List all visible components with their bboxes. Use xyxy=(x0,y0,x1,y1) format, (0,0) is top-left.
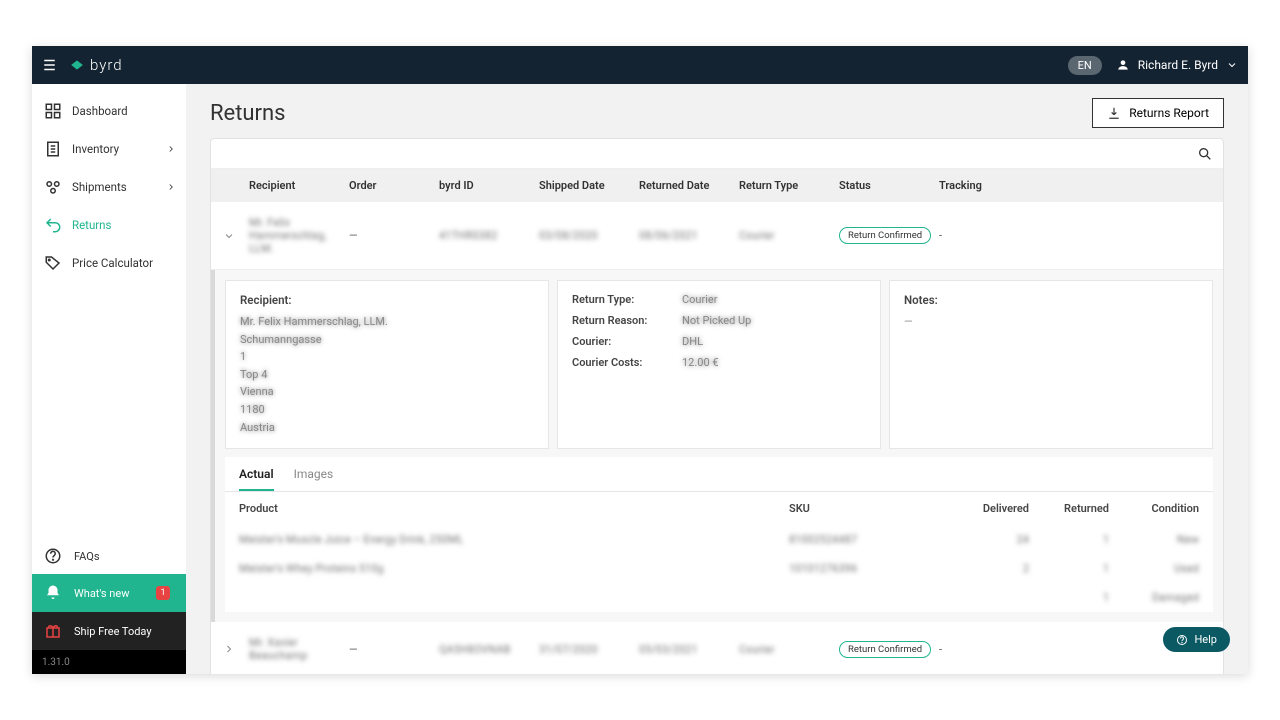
sidebar-item-shipments[interactable]: Shipments xyxy=(32,168,186,206)
returns-report-button[interactable]: Returns Report xyxy=(1092,98,1224,128)
status-badge: Return Confirmed xyxy=(839,227,931,244)
version-label: 1.31.0 xyxy=(32,650,186,674)
sidebar-item-label: Inventory xyxy=(72,142,119,156)
question-icon xyxy=(44,547,62,565)
recipient-label: Recipient: xyxy=(240,293,534,307)
sidebar-item-inventory[interactable]: Inventory xyxy=(32,130,186,168)
user-name: Richard E. Byrd xyxy=(1138,58,1218,72)
detail-tabs: Actual Images xyxy=(225,457,1213,492)
user-icon xyxy=(1116,58,1130,72)
topbar: byrd EN Richard E. Byrd xyxy=(32,46,1248,84)
cell-byrd-id: 41THR0382 xyxy=(435,229,535,242)
tab-actual[interactable]: Actual xyxy=(239,467,274,491)
expand-toggle[interactable] xyxy=(219,230,245,242)
help-label: Help xyxy=(1194,633,1217,646)
report-btn-label: Returns Report xyxy=(1129,106,1209,120)
recipient-card: Recipient: Mr. Felix Hammerschlag, LLM. … xyxy=(225,280,549,449)
status-badge: Return Confirmed xyxy=(839,641,931,658)
th-type: Return Type xyxy=(735,179,835,192)
th-tracking: Tracking xyxy=(935,179,1035,192)
chevron-right-icon xyxy=(166,144,176,154)
hamburger-icon[interactable] xyxy=(42,56,60,74)
row-detail: Recipient: Mr. Felix Hammerschlag, LLM. … xyxy=(211,270,1223,622)
user-menu[interactable]: Richard E. Byrd xyxy=(1116,58,1238,72)
sidebar-item-price-calculator[interactable]: Price Calculator xyxy=(32,244,186,282)
download-icon xyxy=(1107,106,1121,120)
product-row: 1 Damaged xyxy=(225,583,1213,612)
product-row: Meister's Muscle Juice – Energy Drink, 2… xyxy=(225,525,1213,554)
cell-recipient: Mr. Felix Hammerschlag, LLM. xyxy=(245,216,345,255)
cell-returned: 05/03/2021 xyxy=(635,643,735,656)
sidebar-item-ship-free[interactable]: Ship Free Today xyxy=(32,612,186,650)
shipfree-label: Ship Free Today xyxy=(74,625,152,638)
language-selector[interactable]: EN xyxy=(1068,56,1102,75)
sidebar: Dashboard Inventory Shipments Returns xyxy=(32,84,186,674)
whatsnew-label: What's new xyxy=(74,587,129,600)
grid-icon xyxy=(44,102,62,120)
faq-label: FAQs xyxy=(74,550,100,563)
sidebar-item-label: Shipments xyxy=(72,180,127,194)
product-row: Meister's Whey Proteins 510g 10101276396… xyxy=(225,554,1213,583)
cell-order: — xyxy=(345,229,435,242)
search-icon[interactable] xyxy=(1197,146,1213,162)
cell-recipient: Mr. Xavier Beauchamp xyxy=(245,636,345,662)
sidebar-item-label: Returns xyxy=(72,218,111,232)
notes-label: Notes: xyxy=(904,293,1198,307)
sidebar-item-dashboard[interactable]: Dashboard xyxy=(32,92,186,130)
table-row[interactable]: Mr. Felix Hammerschlag, LLM. — 41THR0382… xyxy=(211,202,1223,270)
bell-icon xyxy=(44,584,62,602)
cell-tracking: - xyxy=(935,229,1035,242)
th-byrd-id: byrd ID xyxy=(435,179,535,192)
tab-images[interactable]: Images xyxy=(294,467,334,491)
cell-shipped: 03/08/2020 xyxy=(535,229,635,242)
cell-order: — xyxy=(345,643,435,656)
main-content: Returns Returns Report Recipient Order b… xyxy=(186,84,1248,674)
cell-returned: 08/06/2021 xyxy=(635,229,735,242)
notification-badge: 1 xyxy=(156,586,170,600)
sidebar-item-returns[interactable]: Returns xyxy=(32,206,186,244)
sidebar-item-label: Dashboard xyxy=(72,104,128,118)
th-returned: Returned Date xyxy=(635,179,735,192)
cell-type: Courier xyxy=(735,643,835,656)
help-icon xyxy=(1176,634,1188,646)
clipboard-icon xyxy=(44,140,62,158)
sidebar-item-whats-new[interactable]: What's new 1 xyxy=(32,574,186,612)
product-table-header: Product SKU Delivered Returned Condition xyxy=(225,492,1213,525)
table-header: Recipient Order byrd ID Shipped Date Ret… xyxy=(211,169,1223,202)
tag-icon xyxy=(44,254,62,272)
help-button[interactable]: Help xyxy=(1163,627,1230,652)
page-title: Returns xyxy=(210,101,286,126)
sidebar-item-faqs[interactable]: FAQs xyxy=(32,538,186,574)
expand-toggle[interactable] xyxy=(219,643,245,655)
chevron-down-icon xyxy=(1226,59,1238,71)
cell-shipped: 31/07/2020 xyxy=(535,643,635,656)
logo[interactable]: byrd xyxy=(70,56,123,74)
cell-tracking: - xyxy=(935,643,1035,656)
th-shipped: Shipped Date xyxy=(535,179,635,192)
return-info-card: Return Type:Courier Return Reason:Not Pi… xyxy=(557,280,881,449)
table-row[interactable]: Mr. Xavier Beauchamp — QA5H8OVNAB 31/07/… xyxy=(211,622,1223,674)
th-status: Status xyxy=(835,179,935,192)
return-arrow-icon xyxy=(44,216,62,234)
th-order: Order xyxy=(345,179,435,192)
th-recipient: Recipient xyxy=(245,179,345,192)
chevron-right-icon xyxy=(166,182,176,192)
notes-card: Notes: — xyxy=(889,280,1213,449)
cell-byrd-id: QA5H8OVNAB xyxy=(435,643,535,656)
gift-icon xyxy=(44,622,62,640)
cell-type: Courier xyxy=(735,229,835,242)
boxes-icon xyxy=(44,178,62,196)
sidebar-item-label: Price Calculator xyxy=(72,256,153,270)
